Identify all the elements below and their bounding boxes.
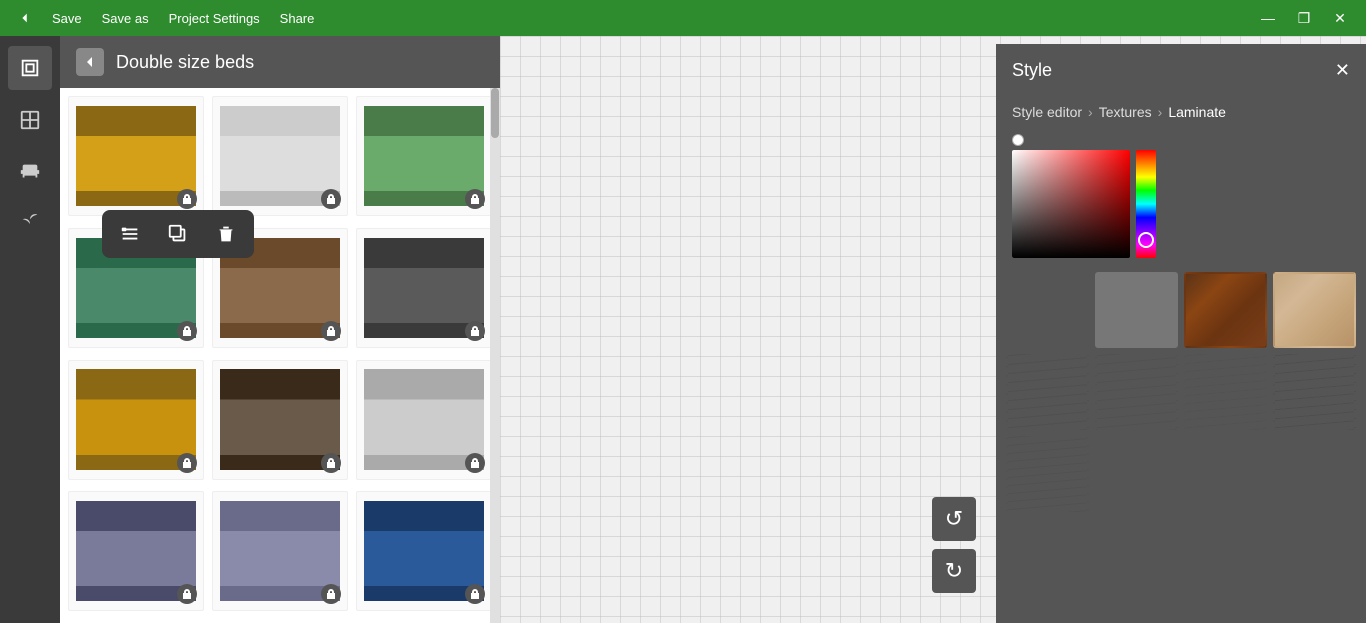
project-settings-button[interactable]: Project Settings: [159, 11, 270, 26]
delete-button[interactable]: [208, 216, 244, 252]
color-gradient[interactable]: [1012, 150, 1130, 258]
lock-badge: [321, 321, 341, 341]
style-panel-close-button[interactable]: ✕: [1335, 60, 1350, 81]
texture-item[interactable]: [1006, 354, 1089, 430]
texture-item[interactable]: [1184, 354, 1267, 430]
list-item[interactable]: [68, 491, 204, 611]
lock-badge: [177, 321, 197, 341]
save-button[interactable]: Save: [42, 11, 92, 26]
sidebar-item-walls[interactable]: [8, 46, 52, 90]
texture-item[interactable]: [1006, 436, 1089, 512]
breadcrumb-textures[interactable]: Textures: [1099, 104, 1152, 120]
back-button[interactable]: [8, 11, 42, 25]
texture-item[interactable]: [1273, 354, 1356, 430]
breadcrumb-style-editor[interactable]: Style editor: [1012, 104, 1082, 120]
close-button[interactable]: ✕: [1322, 0, 1358, 36]
spectrum-cursor: [1138, 232, 1154, 248]
list-item[interactable]: [212, 360, 348, 480]
catalog-grid: [60, 88, 500, 623]
color-origin-dot: [1012, 134, 1024, 146]
scrollbar[interactable]: [490, 88, 500, 623]
redo-button[interactable]: ↻: [932, 549, 976, 593]
maximize-button[interactable]: ❐: [1286, 0, 1322, 36]
clone-button[interactable]: [160, 216, 196, 252]
minimize-button[interactable]: —: [1250, 0, 1286, 36]
breadcrumb: Style editor › Textures › Laminate: [996, 96, 1366, 130]
undo-button[interactable]: ↺: [932, 497, 976, 541]
texture-item[interactable]: [1006, 272, 1089, 348]
list-item[interactable]: [356, 360, 492, 480]
catalog-header: Double size beds: [60, 36, 500, 88]
list-item[interactable]: [356, 491, 492, 611]
replace-button[interactable]: [112, 216, 148, 252]
sidebar-item-windows[interactable]: [8, 98, 52, 142]
sidebar: [0, 36, 60, 623]
color-picker-area: [996, 130, 1366, 266]
catalog-back-button[interactable]: [76, 48, 104, 76]
share-button[interactable]: Share: [270, 11, 325, 26]
style-panel-header: Style ✕: [996, 44, 1366, 96]
lock-badge: [465, 453, 485, 473]
lock-badge: [177, 189, 197, 209]
breadcrumb-sep-2: ›: [1158, 104, 1163, 120]
sidebar-item-furniture[interactable]: [8, 150, 52, 194]
breadcrumb-laminate[interactable]: Laminate: [1168, 104, 1226, 120]
sidebar-item-plants[interactable]: [8, 202, 52, 246]
lock-badge: [321, 453, 341, 473]
color-picker-container: [1012, 150, 1350, 258]
saveas-button[interactable]: Save as: [92, 11, 159, 26]
list-item[interactable]: [356, 228, 492, 348]
color-spectrum[interactable]: [1136, 150, 1156, 258]
texture-item[interactable]: [1095, 272, 1178, 348]
list-item[interactable]: [212, 96, 348, 216]
scroll-thumb[interactable]: [491, 88, 499, 138]
texture-item[interactable]: [1184, 272, 1267, 348]
lock-badge: [465, 321, 485, 341]
lock-badge: [177, 453, 197, 473]
lock-badge: [321, 189, 341, 209]
style-panel-title: Style: [1012, 60, 1052, 81]
lock-badge: [465, 189, 485, 209]
action-buttons: ↺ ↻: [932, 497, 976, 593]
texture-item[interactable]: [1095, 354, 1178, 430]
texture-grid: [996, 266, 1366, 623]
catalog-panel: Double size beds: [60, 36, 500, 623]
texture-item[interactable]: [1273, 272, 1356, 348]
list-item[interactable]: [212, 491, 348, 611]
list-item[interactable]: [68, 96, 204, 216]
breadcrumb-sep-1: ›: [1088, 104, 1093, 120]
list-item[interactable]: [68, 360, 204, 480]
catalog-title: Double size beds: [116, 52, 254, 73]
list-item[interactable]: [356, 96, 492, 216]
floating-toolbar: [102, 210, 254, 258]
style-panel: Style ✕ Style editor › Textures › Lamina…: [996, 44, 1366, 623]
top-bar: Save Save as Project Settings Share — ❐ …: [0, 0, 1366, 36]
